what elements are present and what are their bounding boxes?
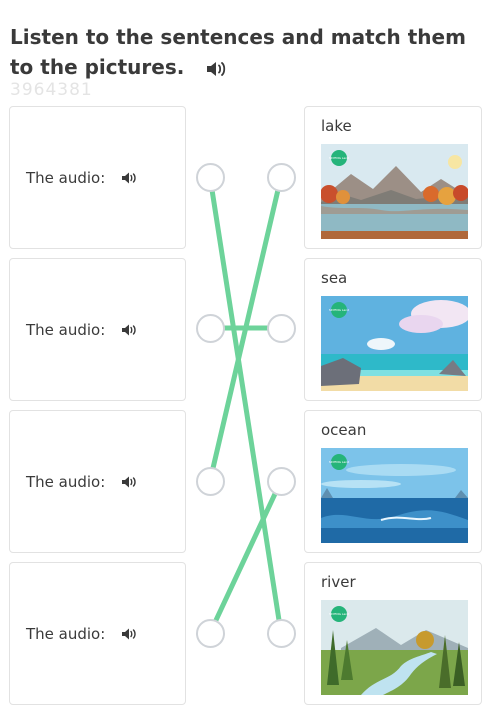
ocean-landscape-image: SKYENG Land [321,448,468,543]
lake-landscape-image: SKYENG Land [321,144,468,239]
left-connector-dot[interactable] [196,619,225,648]
picture-word: lake [321,117,352,135]
picture-word: river [321,573,356,591]
audio-row: The audio: [26,321,137,339]
speaker-icon[interactable] [205,59,227,79]
speaker-icon[interactable] [121,323,137,337]
logo-badge: SKYENG Land [329,308,349,312]
river-landscape-image: SKYENG Land [321,600,468,695]
logo-badge: SKYENG Land [329,612,349,616]
connector-line [207,478,284,636]
audio-row: The audio: [26,625,137,643]
audio-card-3: The audio: [9,410,186,553]
audio-card-4: The audio: [9,562,186,705]
picture-card-ocean: ocean SKYENG Land [304,410,482,553]
picture-card-sea: sea SKYENG Land [304,258,482,401]
picture-word: ocean [321,421,367,439]
audio-label: The audio: [26,473,106,491]
audio-row: The audio: [26,169,137,187]
left-connector-dot[interactable] [196,314,225,343]
task-title-text: Listen to the sentences and match them t… [10,25,466,79]
logo-badge: SKYENG Land [329,460,349,464]
audio-label: The audio: [26,321,106,339]
left-connector-dot[interactable] [196,163,225,192]
speaker-icon[interactable] [121,627,137,641]
speaker-icon[interactable] [121,475,137,489]
right-connector-dot[interactable] [267,467,296,496]
audio-card-1: The audio: [9,106,186,249]
audio-label: The audio: [26,625,106,643]
right-connector-dot[interactable] [267,163,296,192]
sea-landscape-image: SKYENG Land [321,296,468,391]
connector-line [207,174,284,636]
audio-label: The audio: [26,169,106,187]
audio-card-2: The audio: [9,258,186,401]
picture-card-lake: lake SKYENG Land [304,106,482,249]
left-connector-dot[interactable] [196,467,225,496]
right-connector-dot[interactable] [267,619,296,648]
logo-badge: SKYENG Land [329,156,349,160]
task-title: Listen to the sentences and match them t… [10,22,480,82]
speaker-icon[interactable] [121,171,137,185]
watermark-id: 3964381 [10,80,93,100]
right-connector-dot[interactable] [267,314,296,343]
audio-row: The audio: [26,473,137,491]
picture-word: sea [321,269,348,287]
picture-card-river: river SKYENG Land [304,562,482,705]
